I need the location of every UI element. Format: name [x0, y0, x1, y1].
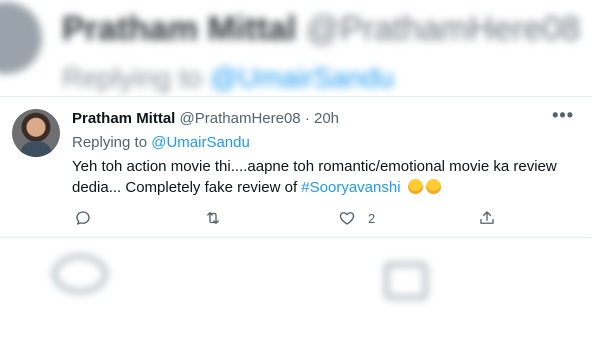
replying-prefix: Replying to [72, 134, 148, 151]
tears-of-joy-emoji-icon [407, 179, 423, 194]
background-retweet-icon [384, 262, 428, 300]
tweet-card[interactable]: Pratham Mittal @PrathamHere08 · 20h ••• … [0, 96, 592, 238]
tweet-time[interactable]: 20h [314, 110, 339, 127]
background-reply-icon [52, 254, 108, 294]
more-options-icon[interactable]: ••• [552, 105, 574, 126]
background-author-handle: @PrathamHere08 [305, 10, 581, 48]
share-icon [480, 211, 494, 224]
author-avatar[interactable] [12, 109, 60, 157]
share-button[interactable] [478, 209, 496, 227]
reply-icon [76, 211, 90, 225]
avatar-shirt [20, 141, 52, 157]
retweet-button[interactable] [204, 209, 222, 227]
hashtag-link[interactable]: #Sooryavanshi [301, 179, 400, 196]
tweet-header: Pratham Mittal @PrathamHere08 · 20h [72, 110, 339, 127]
background-replying-to: Replying to @UmairSandu [62, 62, 394, 94]
background-avatar [0, 2, 42, 74]
background-author: Pratham Mittal @PrathamHere08 [62, 10, 580, 49]
like-button[interactable]: 2 [338, 209, 375, 227]
replying-to: Replying to @UmairSandu [72, 134, 250, 151]
background-replying-handle: @UmairSandu [209, 62, 394, 93]
like-count: 2 [368, 210, 376, 226]
reply-button[interactable] [74, 209, 92, 227]
author-handle[interactable]: @PrathamHere08 [180, 110, 301, 127]
heart-icon [339, 212, 355, 225]
meta-separator: · [304, 110, 310, 127]
background-author-name: Pratham Mittal [62, 10, 297, 48]
tweet-text: Yeh toh action movie thi....aapne toh ro… [72, 156, 582, 198]
tears-of-joy-emoji-icon [425, 179, 441, 194]
replying-handle-link[interactable]: @UmairSandu [151, 134, 250, 151]
background-replying-prefix: Replying to [62, 62, 203, 93]
author-name[interactable]: Pratham Mittal [72, 110, 175, 127]
retweet-icon [207, 212, 219, 224]
